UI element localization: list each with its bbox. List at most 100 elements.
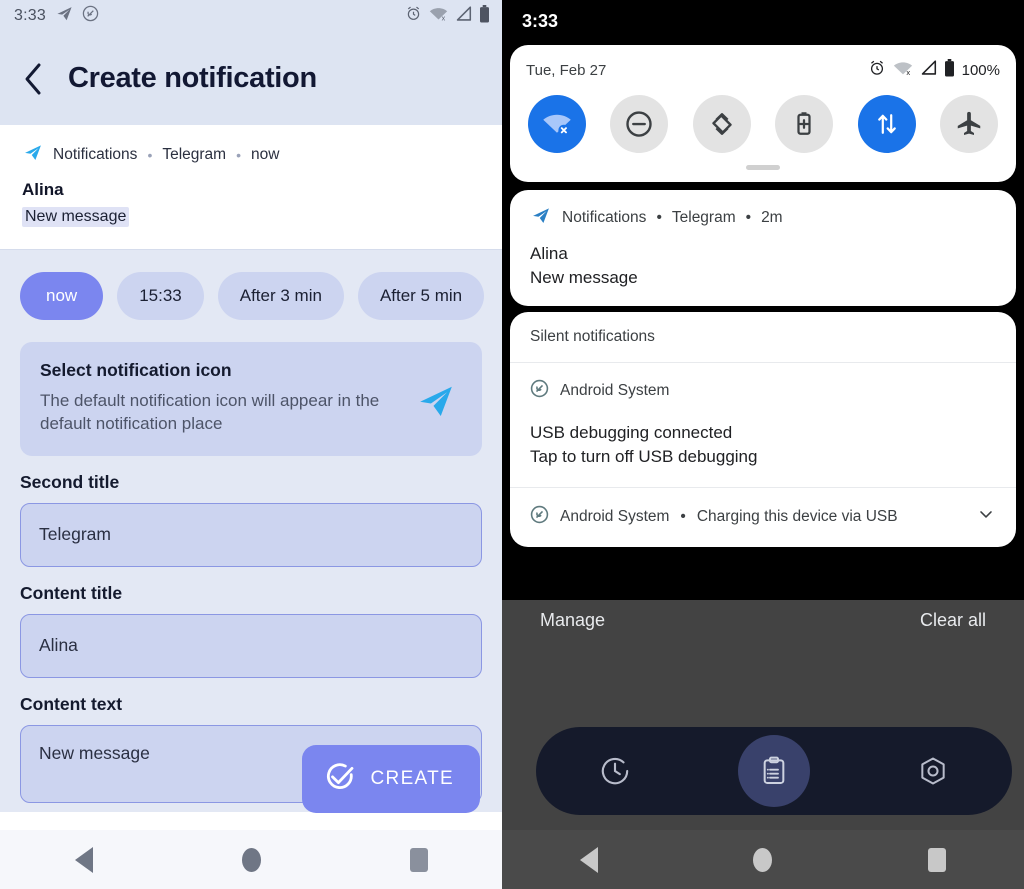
- icon-card-texts: Select notification icon The default not…: [40, 360, 414, 436]
- separator-dot: •: [147, 147, 153, 163]
- time-chip-1533[interactable]: 15:33: [117, 272, 204, 320]
- left-phone-panel: 3:33 x Create notification Notifications…: [0, 0, 502, 889]
- create-button[interactable]: CREATE: [301, 745, 480, 813]
- usb-debugging-subtitle: Tap to turn off USB debugging: [530, 447, 758, 466]
- page-title: Create notification: [68, 62, 317, 94]
- recents-square-icon[interactable]: [928, 847, 947, 872]
- preview-title: Alina: [22, 180, 64, 199]
- drag-handle[interactable]: [746, 165, 780, 170]
- preview-app-name: Telegram: [162, 146, 227, 163]
- quick-settings-panel: Tue, Feb 27 x 100%: [510, 45, 1016, 182]
- right-phone-panel: 3:33 Tue, Feb 27 x 100% Notifications • …: [502, 0, 1024, 889]
- notification-app-name: Telegram: [671, 209, 736, 226]
- back-triangle-icon[interactable]: [579, 846, 598, 873]
- separator-dot: •: [656, 209, 662, 226]
- home-circle-icon[interactable]: [753, 847, 773, 872]
- usb-debugging-title: USB debugging connected: [530, 423, 733, 442]
- quick-settings-date: Tue, Feb 27: [526, 61, 607, 79]
- notification-preview-header: Notifications • Telegram • now: [22, 143, 480, 167]
- telegram-icon: [22, 143, 44, 167]
- chevron-down-icon[interactable]: [976, 504, 996, 529]
- notification-text: New message: [530, 268, 638, 287]
- second-title-input[interactable]: Telegram: [20, 502, 482, 567]
- right-status-bar: 3:33: [502, 0, 1024, 42]
- content-title-label: Content title: [20, 582, 123, 603]
- notification-title: Alina: [530, 244, 568, 263]
- back-button[interactable]: [20, 62, 46, 96]
- time-chip-row: now 15:33 After 3 min After 5 min: [0, 250, 502, 328]
- time-chip-after-3-min[interactable]: After 3 min: [217, 272, 344, 320]
- preview-text: New message: [22, 207, 130, 227]
- second-title-label: Second title: [20, 471, 120, 492]
- time-chip-after-5-min[interactable]: After 5 min: [357, 272, 485, 320]
- select-notification-icon-card[interactable]: Select notification icon The default not…: [20, 342, 482, 456]
- preview-channel: Notifications: [53, 146, 138, 163]
- notification-app-name: Android System: [560, 507, 670, 525]
- battery-saver-tile[interactable]: [775, 95, 834, 153]
- separator-dot: •: [236, 147, 241, 163]
- charging-summary: Charging this device via USB: [696, 507, 898, 525]
- notification-header: Android System: [530, 379, 996, 403]
- clock-icon[interactable]: [579, 735, 651, 807]
- home-circle-icon[interactable]: [241, 847, 261, 872]
- wifi-off-icon: x: [429, 6, 448, 27]
- android-system-icon: [530, 379, 549, 403]
- svg-text:x: x: [442, 14, 446, 22]
- silent-notifications-card: Silent notifications Android System USB …: [510, 312, 1016, 547]
- dual-phone-screenshot: 3:33 x Create notification Notifications…: [0, 0, 1024, 889]
- content-title-input[interactable]: Alina: [20, 613, 482, 678]
- separator-dot: •: [680, 507, 686, 525]
- app-dock: [536, 727, 1012, 815]
- svg-text:x: x: [906, 68, 910, 77]
- icon-card-subtitle: The default notification icon will appea…: [40, 391, 380, 433]
- camera-icon[interactable]: [897, 735, 969, 807]
- second-title-field-block: Second title Telegram: [0, 472, 502, 567]
- notification-preview: Notifications • Telegram • now Alina New…: [0, 125, 502, 250]
- telegram-notification-card[interactable]: Notifications • Telegram • 2m Alina New …: [510, 190, 1016, 306]
- battery-percent: 100%: [961, 61, 1000, 79]
- notification-channel: Notifications: [562, 209, 647, 226]
- do-not-disturb-tile[interactable]: [610, 95, 669, 153]
- quick-settings-header: Tue, Feb 27 x 100%: [526, 59, 1000, 81]
- alarm-icon: [405, 5, 422, 27]
- telegram-icon: [55, 5, 74, 27]
- create-button-label: CREATE: [370, 768, 454, 789]
- signal-icon: [920, 60, 937, 80]
- battery-icon: [944, 59, 955, 81]
- android-system-icon: [82, 5, 99, 27]
- auto-rotate-tile[interactable]: [692, 95, 751, 153]
- left-navigation-bar: [0, 830, 502, 889]
- content-title-field-block: Content title Alina: [0, 583, 502, 678]
- battery-icon: [479, 4, 490, 28]
- clipboard-icon[interactable]: [737, 735, 810, 807]
- android-system-icon: [530, 505, 549, 529]
- check-circle-icon: [324, 761, 356, 798]
- telegram-icon: [414, 382, 462, 425]
- clear-all-button[interactable]: Clear all: [920, 610, 986, 631]
- time-chip-now[interactable]: now: [20, 272, 104, 320]
- notification-time: 2m: [761, 209, 783, 226]
- status-bar-notification-icons: [55, 5, 99, 27]
- back-triangle-icon[interactable]: [74, 846, 93, 873]
- manage-button[interactable]: Manage: [540, 610, 605, 631]
- notification-header: Notifications • Telegram • 2m: [530, 206, 996, 230]
- form-bottom-strip: [0, 812, 502, 830]
- mobile-data-tile[interactable]: [857, 95, 916, 153]
- shade-actions: Manage Clear all: [502, 600, 1024, 631]
- status-bar-time: 3:33: [522, 10, 559, 31]
- icon-card-title: Select notification icon: [40, 360, 232, 380]
- recents-square-icon[interactable]: [409, 847, 428, 872]
- airplane-mode-tile[interactable]: [939, 95, 998, 153]
- usb-debugging-notification[interactable]: Android System USB debugging connected T…: [510, 363, 1016, 487]
- silent-notifications-header: Silent notifications: [530, 328, 655, 345]
- separator-dot: •: [745, 209, 752, 226]
- left-status-bar: 3:33 x: [0, 0, 502, 32]
- charging-notification[interactable]: Android System • Charging this device vi…: [510, 488, 1016, 547]
- signal-icon: [455, 5, 472, 27]
- wifi-off-tile[interactable]: [528, 95, 586, 153]
- app-bar: Create notification: [0, 32, 502, 125]
- right-navigation-bar: [502, 830, 1024, 889]
- quick-settings-status-icons: x 100%: [868, 59, 1000, 81]
- status-bar-time: 3:33: [14, 7, 46, 24]
- quick-settings-tiles: [526, 95, 1000, 153]
